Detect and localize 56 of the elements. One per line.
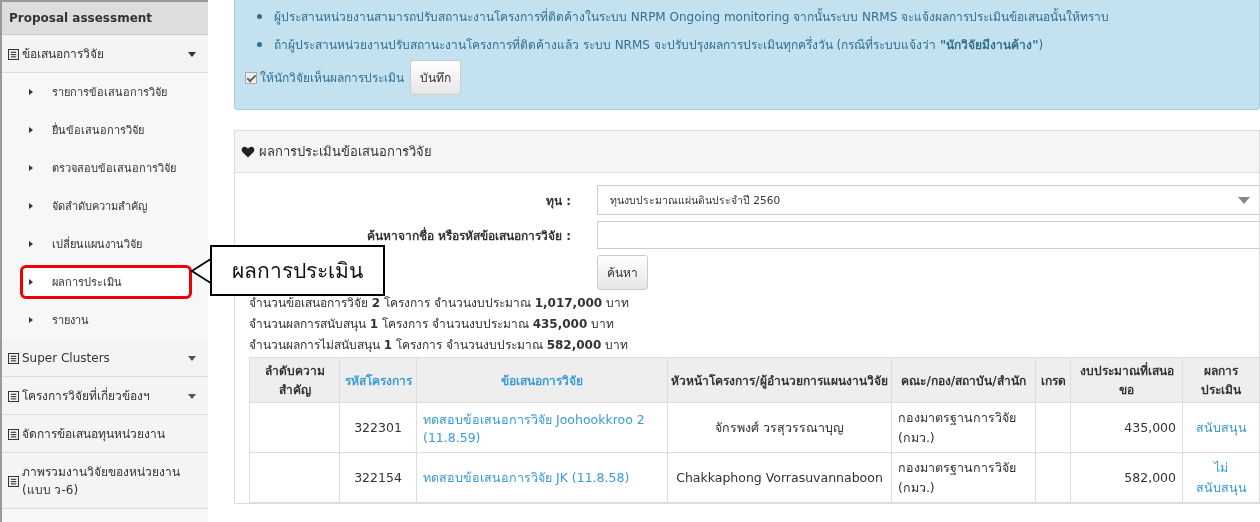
field-label: ค้นหาจากชื่อ หรือรหัสข้อเสนอการวิจัย : bbox=[365, 226, 571, 245]
table-cell: 435,000 bbox=[1070, 402, 1183, 453]
table-cell: 582,000 bbox=[1070, 452, 1183, 503]
sidebar-item[interactable]: ยื่นข้อเสนอการวิจัย bbox=[20, 113, 192, 147]
search-button[interactable]: ค้นหา bbox=[597, 255, 648, 290]
save-button[interactable]: บันทึก bbox=[410, 60, 461, 95]
notice-text: ถ้าผู้ประสานหน่วยงานปรับสถานะงานโครงการที่ติดค้างแล้ว ระบบ NRMS จะปรับปรุงผลการประเมินทุกครึ่งวัน (กรณีที่ระบบแจ้งว่า "นักวิจัยมีงานค้าง") bbox=[274, 35, 1044, 54]
checkbox-label: ให้นักวิจัยเห็นผลการประเมิน bbox=[260, 69, 404, 87]
table-cell: 322301 bbox=[339, 402, 417, 453]
dropdown-arrow-icon bbox=[1238, 196, 1250, 204]
panel-title: ผลการประเมินข้อเสนอการวิจัย bbox=[259, 143, 432, 161]
summary-text: จำนวนผลการสนับสนุน 1 โครงการ จำนวนงบประมาณ 435,000 บาท bbox=[249, 317, 616, 332]
search-field[interactable] bbox=[597, 221, 1259, 249]
table-cell: Chakkaphong Vorrasuvannaboon bbox=[667, 452, 892, 503]
group-label[interactable]: โครงการวิจัยที่เกี่ยวข้องฯ bbox=[22, 387, 188, 405]
bullet-icon bbox=[257, 14, 262, 19]
sidebar-item[interactable]: รายการข้อเสนอการวิจัย bbox=[20, 75, 192, 109]
sidebar-item[interactable]: ตรวจสอบข้อเสนอการวิจัย bbox=[20, 151, 192, 185]
summary-text: จำนวนผลการไม่สนับสนุน 1 โครงการ จำนวนงบประมาณ 582,000 บาท bbox=[249, 338, 630, 353]
table-cell: จักรพงศ์ วรสุวรรณาบุญ bbox=[667, 402, 892, 453]
triangle-icon bbox=[29, 241, 33, 247]
sidebar-item[interactable]: จัดลำดับความสำคัญ bbox=[20, 189, 192, 223]
list-icon bbox=[8, 48, 19, 60]
list-icon bbox=[8, 428, 19, 440]
heart-icon bbox=[241, 145, 255, 158]
checkbox[interactable] bbox=[245, 71, 257, 84]
triangle-icon bbox=[29, 317, 33, 323]
list-icon bbox=[8, 390, 19, 402]
fund-select[interactable]: ทุนงบประมาณแผ่นดินประจำปี 2560 bbox=[597, 185, 1259, 215]
bullet-icon bbox=[257, 42, 262, 47]
list-icon bbox=[8, 475, 19, 487]
table-cell: กองมาตรฐานการวิจัย (กมว.) bbox=[891, 452, 1036, 503]
column-header: คณะ/กอง/สถาบัน/สำนัก bbox=[891, 357, 1036, 403]
list-icon bbox=[8, 352, 19, 364]
sidebar-item[interactable]: รายงาน bbox=[20, 303, 192, 337]
triangle-icon bbox=[29, 165, 33, 171]
sidebar-item[interactable]: เปลี่ยนแผนงานวิจัย bbox=[20, 227, 192, 261]
group-label[interactable]: ข้อเสนอการวิจัย bbox=[22, 45, 188, 63]
group-label[interactable]: Super Clusters bbox=[22, 349, 188, 367]
column-header: เกรด bbox=[1035, 357, 1071, 403]
sidebar-title: Proposal assessment bbox=[2, 2, 208, 35]
column-header: ลำดับความสำคัญ bbox=[249, 357, 340, 403]
column-header: หัวหน้าโครงการ/ผู้อำนวยการแผนงานวิจัย bbox=[667, 357, 892, 403]
table-cell: 322154 bbox=[339, 452, 417, 503]
group-label[interactable]: ภาพรวมงานวิจัยของหน่วยงาน (แบบ ว-6) bbox=[22, 463, 204, 499]
table-cell: กองมาตรฐานการวิจัย (กมว.) bbox=[891, 402, 1036, 453]
triangle-icon bbox=[29, 203, 33, 209]
column-header: ผลการประเมิน bbox=[1182, 357, 1260, 403]
triangle-icon bbox=[29, 127, 33, 133]
group-label[interactable]: จัดการข้อเสนอทุนหน่วยงาน bbox=[22, 425, 204, 443]
triangle-icon bbox=[29, 279, 33, 285]
field-label: ทุน : bbox=[545, 192, 571, 210]
notice-text: ผู้ประสานหน่วยงานสามารถปรับสถานะงานโครงการที่ติดค้างในระบบ NRPM Ongoing monitoring จากนั้นระบบ NRMS จะแจ้งผลการประเมินข้อเสนอนั้นให้ทราบ bbox=[274, 7, 1110, 26]
triangle-icon bbox=[29, 89, 33, 95]
column-header: งบประมาณที่เสนอขอ bbox=[1070, 357, 1183, 403]
summary-text: จำนวนข้อเสนอการวิจัย 2 โครงการ จำนวนงบประมาณ 1,017,000 บาท bbox=[249, 296, 631, 311]
